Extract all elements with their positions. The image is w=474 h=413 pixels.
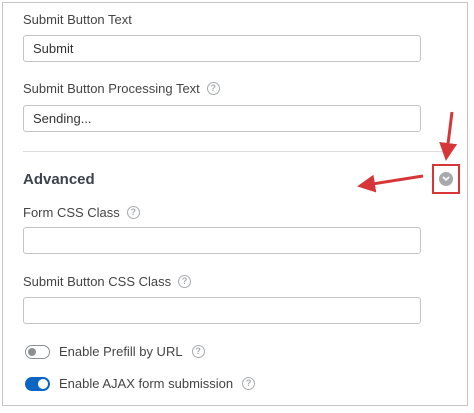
help-icon[interactable]: ? [126,206,140,219]
submit-text-label: Submit Button Text [23,12,132,27]
advanced-toggle-highlight[interactable] [432,164,460,194]
help-icon[interactable]: ? [206,82,220,95]
form-css-class-input[interactable] [23,227,421,254]
section-divider [23,151,451,152]
submit-css-class-label: Submit Button CSS Class ? [23,274,192,289]
processing-text-label: Submit Button Processing Text ? [23,81,220,96]
help-icon[interactable]: ? [191,345,205,358]
help-icon[interactable]: ? [178,275,192,288]
toggle-knob [38,378,48,389]
ajax-toggle-row: Enable AJAX form submission ? [25,376,256,391]
submit-text-input[interactable] [23,35,421,62]
processing-text-input[interactable] [23,105,421,132]
chevron-down-circle-icon[interactable] [439,172,453,186]
prefill-toggle-row: Enable Prefill by URL ? [25,344,205,359]
prefill-toggle-label: Enable Prefill by URL [59,344,183,359]
ajax-toggle-label: Enable AJAX form submission [59,376,234,391]
submit-css-class-input[interactable] [23,297,421,324]
settings-panel: Submit Button Text Submit Button Process… [2,2,468,406]
prefill-toggle-switch[interactable] [25,344,50,359]
toggle-knob [28,347,36,356]
ajax-toggle-switch[interactable] [25,376,50,391]
help-icon[interactable]: ? [242,377,256,390]
form-css-class-label: Form CSS Class ? [23,205,140,220]
advanced-section-title: Advanced [23,171,95,188]
